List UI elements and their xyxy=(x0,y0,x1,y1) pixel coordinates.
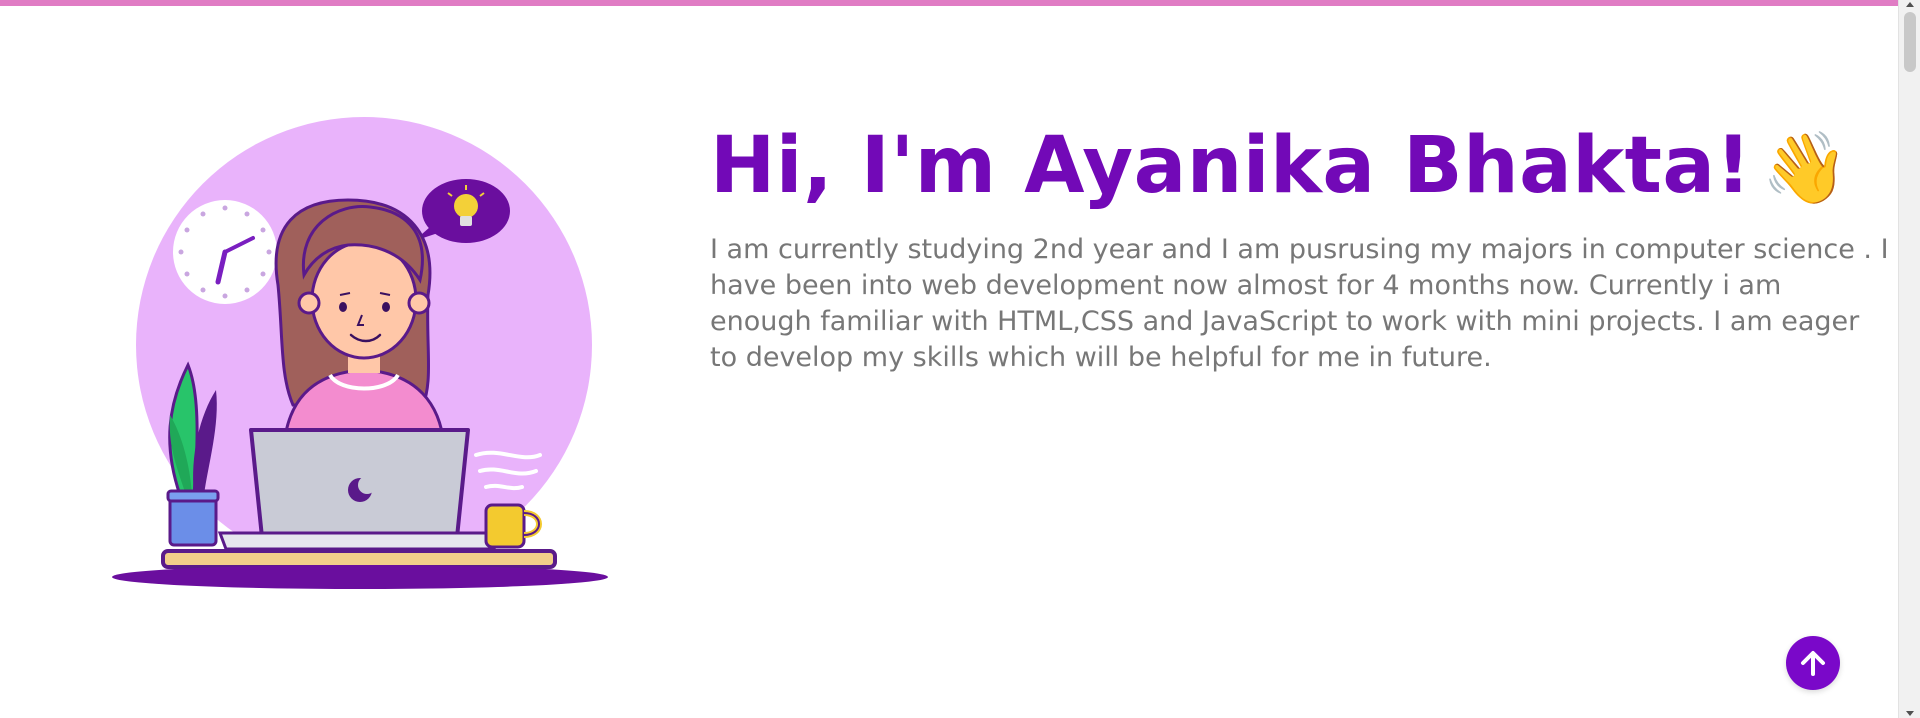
scroll-up-arrow-icon[interactable] xyxy=(1906,2,1914,7)
hero-text-section: Hi, I'm Ayanika Bhakta! 👋 I am currently … xyxy=(710,118,1890,376)
waving-hand-icon: 👋 xyxy=(1761,127,1850,209)
vertical-scrollbar[interactable] xyxy=(1898,0,1920,718)
hero-description: I am currently studying 2nd year and I a… xyxy=(710,234,1889,373)
girl-working-on-laptop-illustration xyxy=(112,117,608,589)
coffee-cup-icon xyxy=(484,503,542,549)
arrow-up-icon xyxy=(1801,651,1825,676)
clock-icon xyxy=(173,200,277,304)
page: Hi, I'm Ayanika Bhakta! 👋 I am currently … xyxy=(0,0,1920,718)
laptop-icon xyxy=(217,428,503,551)
scroll-down-arrow-icon[interactable] xyxy=(1906,711,1914,716)
top-accent-bar xyxy=(0,0,1898,6)
hero-title: Hi, I'm Ayanika Bhakta! 👋 xyxy=(710,118,1890,216)
hero-title-text: Hi, I'm Ayanika Bhakta! xyxy=(710,121,1752,211)
scroll-to-top-button[interactable] xyxy=(1786,636,1840,690)
scrollbar-thumb[interactable] xyxy=(1904,12,1916,72)
